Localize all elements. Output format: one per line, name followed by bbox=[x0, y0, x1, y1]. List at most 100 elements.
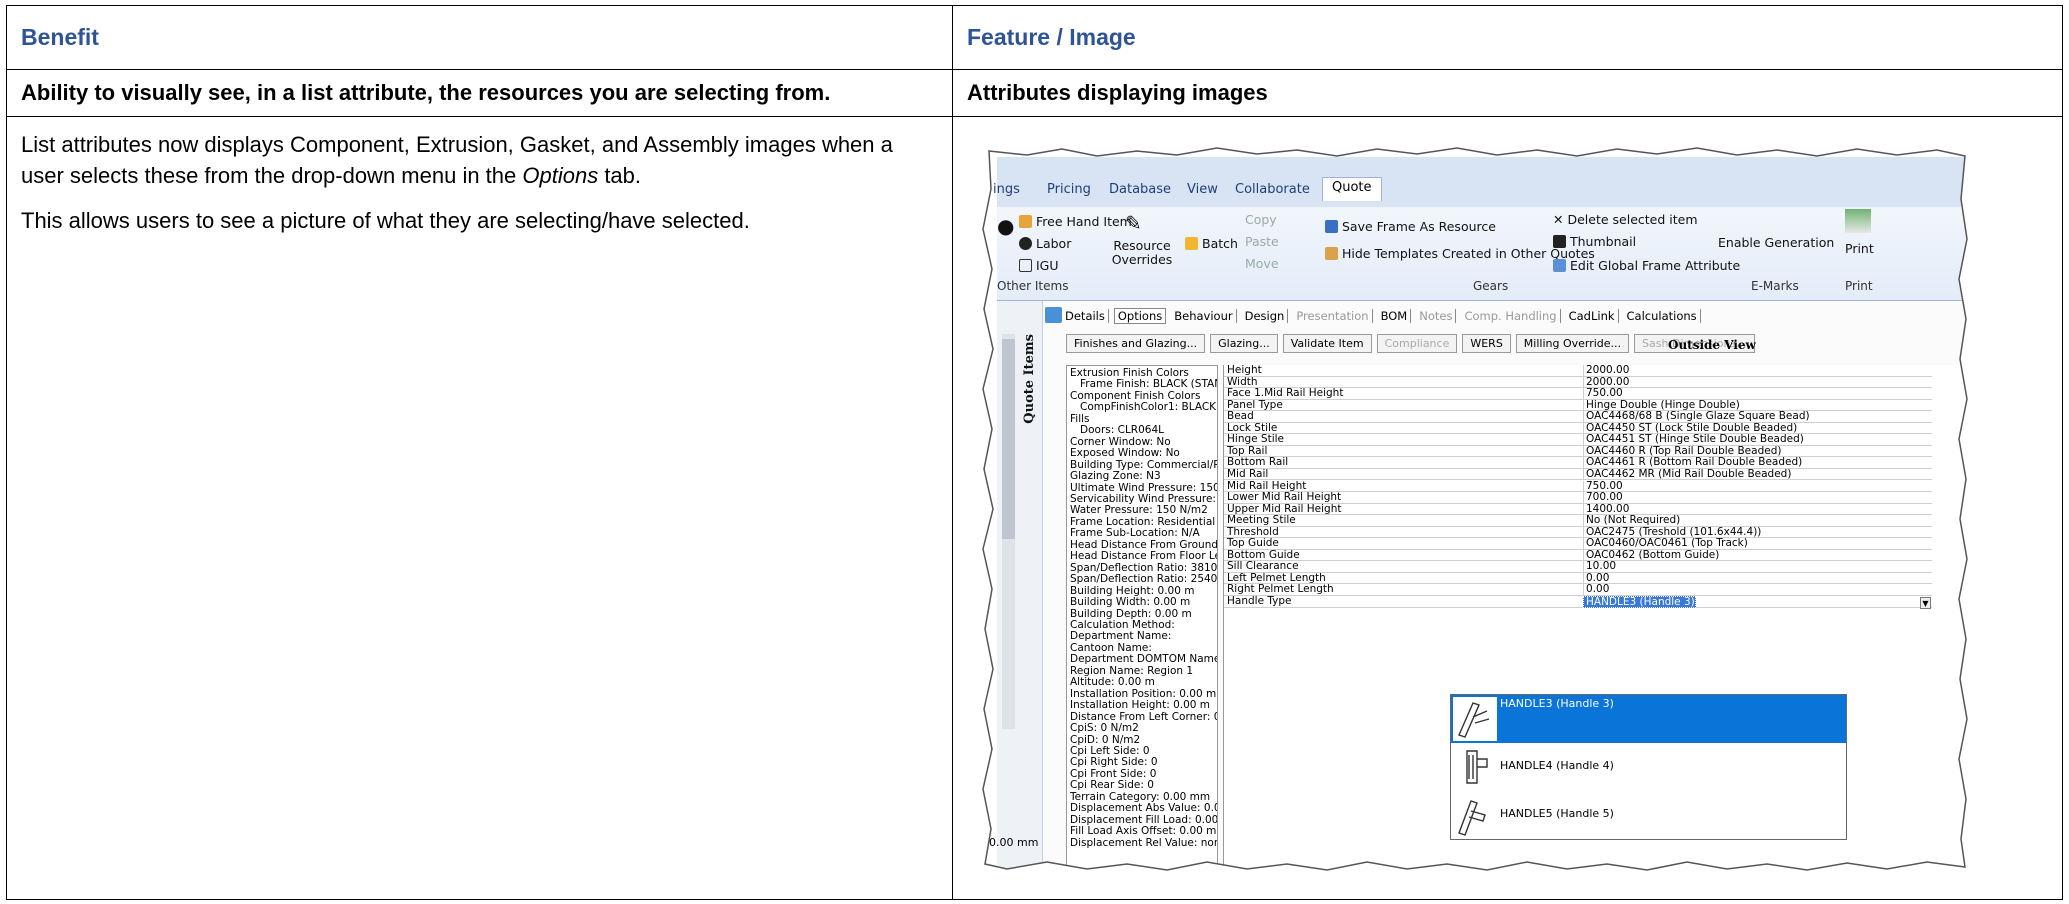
attribute-row[interactable]: Mid Rail OAC4462 MR (Mid Rail Double Bead… bbox=[1224, 469, 1932, 481]
info-line: Head Distance From Floor Level: 2100. bbox=[1070, 550, 1217, 563]
attribute-value[interactable]: 700.00 bbox=[1583, 492, 1623, 504]
compliance-button[interactable]: Compliance bbox=[1376, 334, 1458, 353]
feature-title: Attributes displaying images bbox=[952, 69, 2063, 117]
info-line: Installation Height: 0.00 m bbox=[1070, 699, 1211, 712]
ribbon-tab-collaborate[interactable]: Collaborate bbox=[1235, 182, 1310, 197]
finishes-glazing-button[interactable]: Finishes and Glazing... bbox=[1066, 334, 1206, 353]
tab-behaviour[interactable]: Behaviour bbox=[1171, 309, 1237, 323]
tab-cadlink[interactable]: CadLink bbox=[1565, 309, 1619, 323]
other-items-group-label: Other Items bbox=[997, 279, 1069, 293]
thumbnail-button[interactable]: Thumbnail bbox=[1553, 234, 1636, 249]
info-line: CpiS: 0 N/m2 bbox=[1070, 722, 1139, 735]
attribute-row[interactable]: Bottom Guide OAC0462 (Bottom Guide) bbox=[1224, 550, 1932, 562]
info-line: CompFinishColor1: BLACK (HARDW. bbox=[1080, 401, 1217, 414]
attribute-row[interactable]: Threshold OAC2475 (Treshold (101.6x44.4)) bbox=[1224, 527, 1932, 539]
attribute-name: Bead bbox=[1227, 410, 1254, 423]
wers-button[interactable]: WERS bbox=[1462, 334, 1511, 353]
ribbon-tab-quote[interactable]: Quote bbox=[1322, 177, 1382, 201]
save-frame-button[interactable]: Save Frame As Resource bbox=[1325, 219, 1496, 234]
edit-attribute-icon bbox=[1553, 259, 1566, 272]
attribute-row[interactable]: Height 2000.00 bbox=[1224, 365, 1932, 377]
attribute-name: Top Guide bbox=[1227, 537, 1279, 550]
dropdown-option[interactable]: HANDLE3 (Handle 3) bbox=[1451, 695, 1846, 743]
attribute-row[interactable]: Handle Type HANDLE3 (Handle 3) ▼ bbox=[1224, 595, 1932, 609]
para1-end: tab. bbox=[598, 163, 642, 188]
attribute-row[interactable]: Top Rail OAC4460 R (Top Rail Double Beade… bbox=[1224, 446, 1932, 458]
tab-comp-handling[interactable]: Comp. Handling bbox=[1461, 309, 1561, 323]
validate-item-button[interactable]: Validate Item bbox=[1282, 334, 1372, 353]
attribute-row[interactable]: Face 1.Mid Rail Height 750.00 bbox=[1224, 388, 1932, 400]
dropdown-option[interactable]: HANDLE5 (Handle 5) bbox=[1451, 791, 1846, 839]
attribute-name: Face 1.Mid Rail Height bbox=[1227, 387, 1344, 400]
info-line: Glazing Zone: N3 bbox=[1070, 470, 1161, 483]
attribute-row[interactable]: Lower Mid Rail Height 700.00 bbox=[1224, 492, 1932, 504]
tab-options[interactable]: Options bbox=[1113, 308, 1167, 324]
attribute-value[interactable]: 750.00 bbox=[1583, 388, 1623, 400]
info-line: Exposed Window: No bbox=[1070, 447, 1180, 460]
milling-override-button[interactable]: Milling Override... bbox=[1515, 334, 1630, 353]
dropdown-option[interactable]: HANDLE4 (Handle 4) bbox=[1451, 743, 1846, 791]
enable-generation-button[interactable]: Enable Generation bbox=[1718, 235, 1834, 250]
dropdown-option-label: HANDLE4 (Handle 4) bbox=[1500, 759, 1614, 772]
edit-global-button[interactable]: Edit Global Frame Attribute bbox=[1553, 258, 1740, 273]
ribbon-tab-pricing[interactable]: Pricing bbox=[1047, 182, 1091, 197]
quote-info-panel: Extrusion Finish Colors Frame Finish: BL… bbox=[1066, 365, 1218, 884]
attribute-value[interactable]: 0.00 bbox=[1583, 584, 1609, 596]
feature-table: Benefit Feature / Image Ability to visua… bbox=[6, 5, 2063, 900]
attribute-name: Mid Rail bbox=[1227, 467, 1269, 480]
para1-text: List attributes now displays Component, … bbox=[21, 132, 893, 188]
ribbon-tab-database[interactable]: Database bbox=[1109, 182, 1171, 197]
attribute-row[interactable]: Panel Type Hinge Double (Hinge Double) bbox=[1224, 400, 1932, 412]
igu-icon bbox=[1019, 259, 1032, 272]
attribute-value[interactable]: OAC4462 MR (Mid Rail Double Beaded) bbox=[1583, 469, 1791, 481]
batch-button[interactable]: Batch bbox=[1185, 236, 1238, 251]
print-button[interactable]: Print bbox=[1845, 241, 1874, 256]
copy-button[interactable]: Copy bbox=[1245, 212, 1277, 227]
attribute-row[interactable]: Top Guide OAC0460/OAC0461 (Top Track) bbox=[1224, 538, 1932, 550]
attribute-row[interactable]: Right Pelmet Length 0.00 bbox=[1224, 584, 1932, 596]
attribute-value[interactable]: 2000.00 bbox=[1583, 365, 1629, 377]
tab-design[interactable]: Design bbox=[1241, 309, 1289, 323]
back-arrow-icon[interactable] bbox=[1045, 307, 1062, 323]
labor-button[interactable]: Labor bbox=[1019, 236, 1071, 251]
ribbon-tab-settings[interactable]: ings bbox=[993, 182, 1020, 197]
attribute-value[interactable]: OAC4468/68 B (Single Glaze Square Bead) bbox=[1583, 411, 1810, 423]
glazing-button[interactable]: Glazing... bbox=[1210, 334, 1278, 353]
attribute-value[interactable]: No (Not Required) bbox=[1583, 515, 1680, 527]
paste-button[interactable]: Paste bbox=[1245, 234, 1279, 249]
attribute-row[interactable]: Upper Mid Rail Height 1400.00 bbox=[1224, 504, 1932, 516]
attribute-name: Threshold bbox=[1227, 525, 1279, 538]
options-button-row: Finishes and Glazing... Glazing... Validat… bbox=[1066, 334, 1760, 353]
free-hand-item-button[interactable]: Free Hand Item bbox=[1019, 214, 1132, 229]
tab-details[interactable]: Details bbox=[1062, 309, 1109, 323]
bag-icon: ● bbox=[997, 214, 1015, 238]
igu-button[interactable]: IGU bbox=[1019, 258, 1059, 273]
attribute-row[interactable]: Meeting Stile No (Not Required) bbox=[1224, 515, 1932, 527]
handle-thumbnail-icon bbox=[1453, 697, 1497, 741]
ribbon-tab-view[interactable]: View bbox=[1187, 182, 1218, 197]
info-line: Span/Deflection Ratio: 2540.00 mm bbox=[1070, 573, 1218, 586]
chevron-down-icon[interactable]: ▼ bbox=[1920, 597, 1931, 609]
attribute-row[interactable]: Bottom Rail OAC4461 R (Bottom Rail Double… bbox=[1224, 457, 1932, 469]
tab-calculations[interactable]: Calculations bbox=[1623, 309, 1701, 323]
resource-overrides-button[interactable]: Resource Overrides bbox=[1107, 239, 1177, 267]
attribute-row[interactable]: Bead OAC4468/68 B (Single Glaze Square Be… bbox=[1224, 411, 1932, 423]
tab-bom[interactable]: BOM bbox=[1377, 309, 1412, 323]
person-icon bbox=[1019, 237, 1032, 250]
print-group-label: Print bbox=[1845, 279, 1873, 293]
delete-selected-button[interactable]: ✕ Delete selected item bbox=[1553, 212, 1698, 227]
attribute-name: Right Pelmet Length bbox=[1227, 583, 1334, 596]
move-button[interactable]: Move bbox=[1245, 256, 1279, 271]
attribute-name: Handle Type bbox=[1227, 595, 1292, 607]
tab-presentation[interactable]: Presentation bbox=[1293, 309, 1373, 323]
attribute-name: Hinge Stile bbox=[1227, 433, 1285, 446]
attribute-row[interactable]: Lock Stile OAC4450 ST (Lock Stile Double … bbox=[1224, 423, 1932, 435]
attribute-row[interactable]: Sill Clearance 10.00 bbox=[1224, 561, 1932, 573]
handle-type-select[interactable]: HANDLE3 (Handle 3) bbox=[1583, 596, 1696, 608]
attribute-name: Width bbox=[1227, 375, 1258, 388]
attribute-row[interactable]: Hinge Stile OAC4451 ST (Hinge Stile Doubl… bbox=[1224, 434, 1932, 446]
printer-icon bbox=[1845, 209, 1871, 233]
quote-items-scroll-thumb[interactable] bbox=[1002, 339, 1015, 539]
info-line: Fill Load Axis Offset: 0.00 mm bbox=[1070, 825, 1218, 838]
tab-notes[interactable]: Notes bbox=[1416, 309, 1457, 323]
